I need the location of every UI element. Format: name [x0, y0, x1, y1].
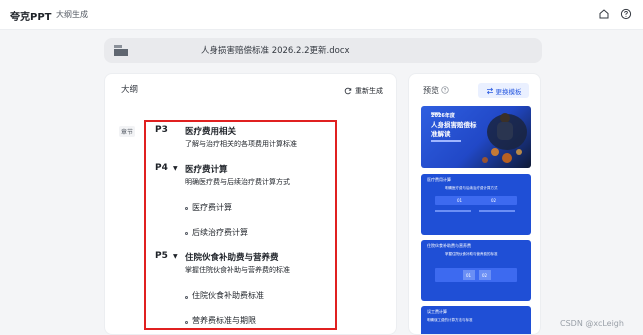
slide-title-line: 2026年度 — [431, 113, 455, 119]
refresh-icon — [344, 87, 352, 95]
caret-down-icon[interactable]: ▼ — [173, 253, 178, 260]
outline-sub-item[interactable]: 住院伙食补助费标准 — [192, 290, 264, 301]
outline-title: 大纲 — [121, 85, 139, 95]
section-page-number: P3 — [155, 125, 168, 135]
change-template-label: 更换模板 — [495, 87, 522, 96]
slide-thumbnail[interactable]: 误工费计算 明确误工费的计算方法与标准 — [421, 306, 531, 334]
section-title[interactable]: 医疗费用相关 — [185, 125, 236, 137]
file-name: 人身损害赔偿标准 2026.2.2更新.docx — [201, 46, 350, 56]
outline-panel: 大纲 重新生成 章节 P3 医疗费用相关 了解与治疗相关的各项费用计算标准 P4… — [104, 73, 397, 335]
preview-title: 预览 — [423, 86, 439, 95]
file-bar: 人身损害赔偿标准 2026.2.2更新.docx — [104, 38, 542, 63]
outline-sub-item[interactable]: 医疗费计算 — [192, 202, 232, 213]
slide-thumbnail[interactable]: 住院伙食补助费与营养费 掌握住院伙食补助与营养费的标准 01 02 — [421, 240, 531, 301]
swap-icon — [486, 87, 493, 94]
slide-header: 住院伙食补助费与营养费 — [427, 243, 471, 248]
section-description[interactable]: 掌握住院伙食补助与营养费的标准 — [185, 265, 290, 275]
outline-sub-item[interactable]: 营养费标准与期限 — [192, 315, 256, 326]
slide-thumbnail-cover[interactable]: 2026年度 人身损害赔偿标 准解读 — [421, 106, 531, 168]
outline-sub-item[interactable]: 后续治疗费计算 — [192, 227, 248, 238]
preview-panel: 预览 更换模板 2026年度 人身损害赔偿标 准解读 医疗费用计算 明确医疗费与… — [408, 73, 541, 335]
slide-number: 02 — [482, 273, 488, 278]
slide-subtitle: 掌握住院伙食补助与营养费的标准 — [445, 252, 498, 256]
section-title[interactable]: 医疗费计算 — [185, 163, 228, 175]
section-page-number: P5 — [155, 251, 168, 261]
text-line — [435, 210, 471, 212]
slide-title-line: 准解读 — [431, 130, 451, 138]
change-template-button[interactable]: 更换模板 — [478, 83, 529, 98]
slide-subtitle: 明确医疗费与后续治疗费计算方式 — [445, 186, 498, 190]
app-logo[interactable]: 夸克PPT — [10, 8, 51, 23]
number-row — [435, 196, 517, 205]
section-title[interactable]: 住院伙食补助费与营养费 — [185, 251, 279, 263]
section-description[interactable]: 明确医疗费与后续治疗费计算方式 — [185, 177, 290, 187]
bullet-icon — [185, 207, 188, 210]
regenerate-label: 重新生成 — [355, 87, 383, 95]
slide-header: 医疗费用计算 — [427, 177, 451, 182]
number-row — [435, 268, 517, 282]
text-line — [479, 210, 515, 212]
watermark: CSDN @xcLeigh — [560, 319, 624, 328]
help-icon[interactable] — [620, 8, 632, 20]
caret-down-icon[interactable]: ▼ — [173, 165, 178, 172]
section-description[interactable]: 了解与治疗相关的各项费用计算标准 — [185, 139, 297, 149]
slide-subtitle: 明确误工费的计算方法与标准 — [427, 318, 473, 322]
slide-thumbnail[interactable]: 医疗费用计算 明确医疗费与后续治疗费计算方式 01 02 — [421, 174, 531, 235]
divider — [431, 140, 461, 142]
slide-number: 01 — [466, 273, 472, 278]
document-icon — [114, 45, 128, 56]
chapter-tag: 章节 — [119, 126, 136, 137]
bullet-icon — [185, 296, 188, 299]
slide-number: 01 — [457, 198, 463, 203]
regenerate-button[interactable]: 重新生成 — [344, 85, 383, 97]
breadcrumb: 大纲生成 — [56, 10, 88, 19]
slide-header: 误工费计算 — [427, 309, 447, 314]
top-bar: 夸克PPT 大纲生成 — [0, 0, 643, 30]
home-icon[interactable] — [598, 8, 610, 20]
bullet-icon — [185, 232, 188, 235]
slide-number: 02 — [491, 198, 497, 203]
info-icon[interactable] — [441, 86, 449, 94]
section-page-number: P4 — [155, 163, 168, 173]
bullet-icon — [185, 321, 188, 324]
